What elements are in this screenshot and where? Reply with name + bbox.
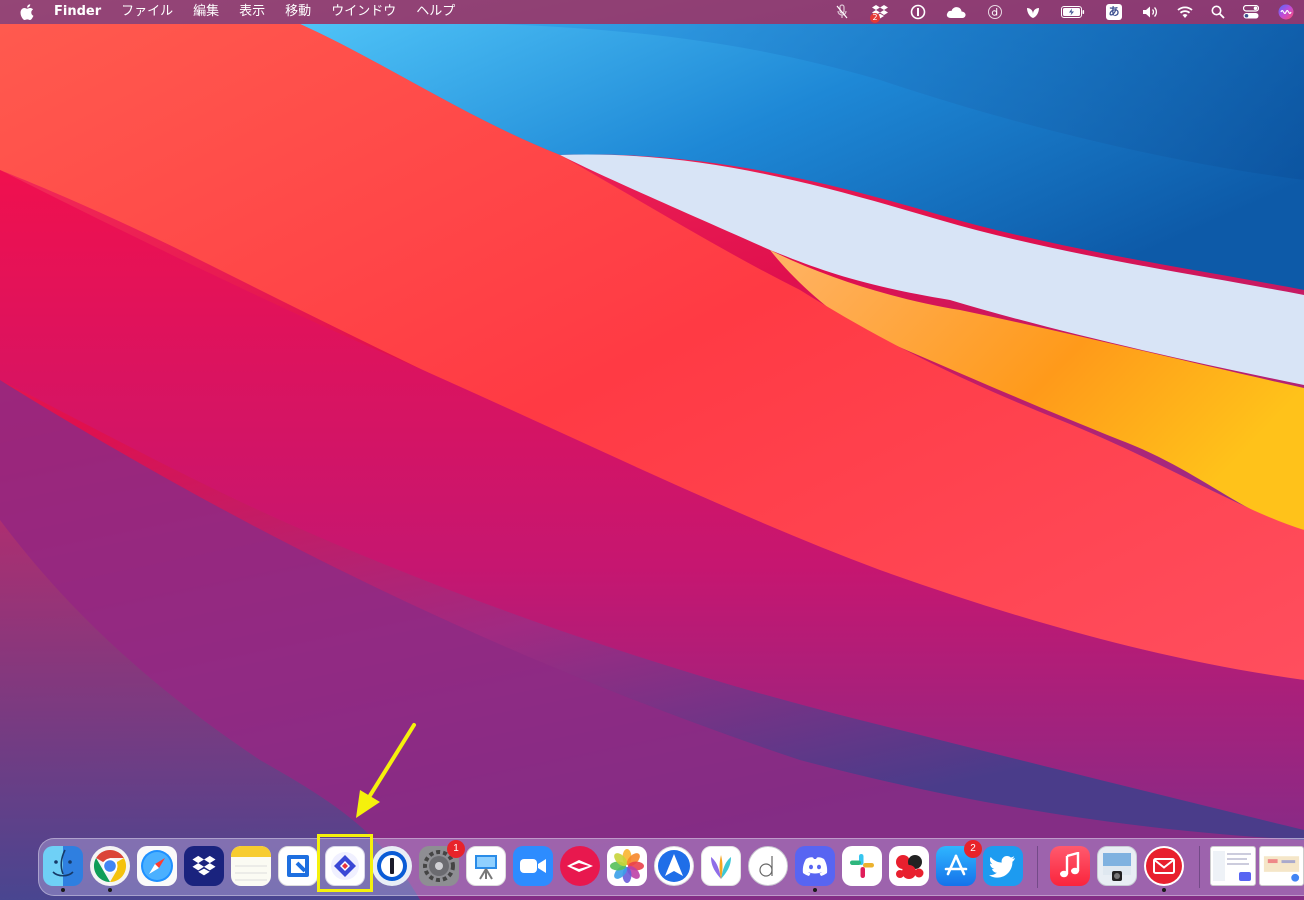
mindnode-icon [701, 846, 741, 886]
dropbox-icon [184, 846, 224, 886]
annotation-arrow [356, 723, 416, 818]
status-bar: 2 あ [824, 0, 1304, 24]
badge: 2 [964, 840, 982, 858]
chrome-icon [90, 846, 130, 886]
link-icon [278, 846, 318, 886]
siri-icon[interactable] [1268, 0, 1304, 24]
apple-menu-icon[interactable] [16, 0, 38, 24]
dock-separator [1037, 846, 1038, 888]
dock-dropbox[interactable] [184, 846, 224, 886]
help-menu[interactable]: ヘルプ [406, 0, 465, 24]
window-thumbnail-icon [1259, 846, 1304, 886]
running-indicator [813, 888, 817, 892]
dock-chrome[interactable] [90, 846, 130, 886]
wifi-icon[interactable] [1168, 0, 1202, 24]
desktop-wallpaper [0, 0, 1304, 900]
dock-discord[interactable] [795, 846, 835, 886]
dock-mindnode[interactable] [701, 846, 741, 886]
airmail-icon [560, 846, 600, 886]
d-icon [748, 846, 788, 886]
input-method-label: あ [1106, 4, 1122, 20]
dock-1password[interactable] [372, 846, 412, 886]
dock-day-one[interactable] [748, 846, 788, 886]
safari-icon [137, 846, 177, 886]
cloud-icon[interactable] [936, 0, 976, 24]
dock-app-store[interactable]: 2 [936, 840, 982, 886]
d-icon[interactable] [976, 0, 1014, 24]
running-indicator [1162, 888, 1166, 892]
mic-off-icon[interactable] [824, 0, 860, 24]
slack-icon [842, 846, 882, 886]
control-center-icon[interactable] [1234, 0, 1268, 24]
dock-safari[interactable] [137, 846, 177, 886]
input-method-icon[interactable]: あ [1094, 0, 1134, 24]
spark-icon [654, 846, 694, 886]
dots-icon [889, 846, 929, 886]
window-thumbnail-icon [1210, 846, 1256, 886]
dock-separator [1199, 846, 1200, 888]
dock-goodlinks[interactable] [278, 846, 318, 886]
dock-airmail[interactable] [560, 846, 600, 886]
dock-keynote[interactable] [466, 846, 506, 886]
dock-spark[interactable] [654, 846, 694, 886]
music-icon [1050, 846, 1090, 886]
preview-icon [1097, 846, 1137, 886]
dock-system-preferences[interactable]: 1 [419, 840, 465, 886]
twitter-icon [983, 846, 1023, 886]
view-menu[interactable]: 表示 [229, 0, 275, 24]
dock-minimized-window[interactable] [1259, 846, 1304, 886]
photos-icon [607, 846, 647, 886]
app-name-menu[interactable]: Finder [48, 0, 111, 24]
badge: 1 [447, 840, 465, 858]
1password-icon[interactable] [900, 0, 936, 24]
edit-menu[interactable]: 編集 [183, 0, 229, 24]
dropbox-icon[interactable]: 2 [860, 0, 900, 24]
volume-icon[interactable] [1134, 0, 1168, 24]
keynote-icon [466, 846, 506, 886]
leaf-icon[interactable] [1014, 0, 1052, 24]
dock-notes[interactable] [231, 846, 271, 886]
menu-bar: Finder ファイル 編集 表示 移動 ウインドウ ヘルプ 2 あ [0, 0, 1304, 24]
dock-zoom[interactable] [513, 846, 553, 886]
zoom-icon [513, 846, 553, 886]
finder-icon [43, 846, 83, 886]
annotation-highlight-box [317, 834, 373, 892]
dock-photos[interactable] [607, 846, 647, 886]
dock-finder[interactable] [43, 846, 83, 886]
dock-minimized-window[interactable] [1210, 846, 1256, 886]
running-indicator [61, 888, 65, 892]
window-menu[interactable]: ウインドウ [321, 0, 406, 24]
discord-icon [795, 846, 835, 886]
dock-twitter[interactable] [983, 846, 1023, 886]
dock-preview[interactable] [1097, 846, 1137, 886]
running-indicator [108, 888, 112, 892]
spotlight-icon[interactable] [1202, 0, 1234, 24]
dock-mail[interactable] [1144, 846, 1184, 886]
notes-icon [231, 846, 271, 886]
dropbox-badge: 2 [870, 13, 880, 23]
dock-slack[interactable] [842, 846, 882, 886]
mail-icon [1144, 846, 1184, 886]
dock-music[interactable] [1050, 846, 1090, 886]
go-menu[interactable]: 移動 [275, 0, 321, 24]
dock-scapple[interactable] [889, 846, 929, 886]
battery-icon[interactable] [1052, 0, 1094, 24]
file-menu[interactable]: ファイル [111, 0, 183, 24]
1password-icon [372, 846, 412, 886]
